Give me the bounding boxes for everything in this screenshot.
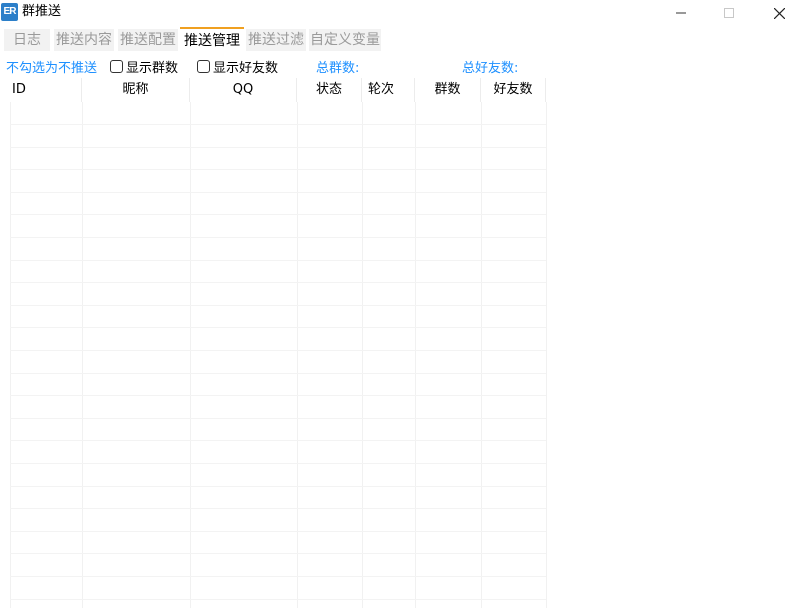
tab-custom-variables[interactable]: 自定义变量 — [309, 29, 381, 51]
accounts-table[interactable]: ID 昵称 QQ 状态 轮次 群数 好友数 — [0, 78, 800, 608]
show-groups-label: 显示群数 — [126, 61, 179, 76]
row-divider — [10, 486, 546, 487]
minimize-button[interactable] — [658, 0, 704, 26]
row-divider — [10, 373, 546, 374]
row-divider — [10, 531, 546, 532]
column-divider — [481, 102, 482, 608]
total-friends-label: 总好友数: — [462, 61, 519, 76]
row-divider — [10, 282, 546, 283]
row-divider — [10, 395, 546, 396]
row-divider — [10, 553, 546, 554]
total-groups-label: 总群数: — [316, 61, 360, 76]
row-divider — [10, 305, 546, 306]
minimize-icon — [676, 12, 686, 14]
app-logo-icon: ER — [1, 3, 18, 21]
column-header-id[interactable]: ID — [0, 78, 82, 102]
row-divider — [10, 192, 546, 193]
show-friends-label: 显示好友数 — [213, 61, 279, 76]
row-divider — [10, 350, 546, 351]
row-divider — [10, 260, 546, 261]
column-header-friend-count[interactable]: 好友数 — [481, 78, 546, 102]
uncheck-hint-label: 不勾选为不推送 — [6, 61, 98, 76]
column-header-group-count[interactable]: 群数 — [415, 78, 481, 102]
row-divider — [10, 418, 546, 419]
column-divider — [82, 102, 83, 608]
show-friends-checkbox[interactable]: 显示好友数 — [197, 57, 278, 76]
row-divider — [10, 147, 546, 148]
column-divider — [10, 102, 11, 608]
show-groups-checkbox[interactable]: 显示群数 — [110, 57, 178, 76]
title-bar[interactable]: ER 群推送 — [0, 0, 800, 26]
column-divider — [190, 102, 191, 608]
column-divider — [297, 102, 298, 608]
checkbox-box[interactable] — [197, 60, 210, 73]
checkbox-box[interactable] — [110, 60, 123, 73]
close-button[interactable] — [756, 0, 800, 26]
row-divider — [10, 440, 546, 441]
row-divider — [10, 463, 546, 464]
column-header-round[interactable]: 轮次 — [362, 78, 415, 102]
maximize-icon — [724, 8, 734, 18]
tab-push-management[interactable]: 推送管理 — [180, 27, 244, 51]
column-divider — [362, 102, 363, 608]
tab-push-filter[interactable]: 推送过滤 — [246, 29, 306, 51]
tab-push-content[interactable]: 推送内容 — [54, 29, 114, 51]
column-divider — [546, 102, 547, 608]
table-header: ID 昵称 QQ 状态 轮次 群数 好友数 — [0, 78, 800, 102]
close-icon — [773, 7, 785, 19]
column-header-qq[interactable]: QQ — [190, 78, 297, 102]
column-divider — [415, 102, 416, 608]
tab-push-config[interactable]: 推送配置 — [118, 29, 178, 51]
row-divider — [10, 599, 546, 600]
column-header-nickname[interactable]: 昵称 — [82, 78, 190, 102]
column-header-status[interactable]: 状态 — [297, 78, 362, 102]
row-divider — [10, 327, 546, 328]
row-divider — [10, 124, 546, 125]
window-title: 群推送 — [22, 4, 62, 19]
row-divider — [10, 576, 546, 577]
maximize-button[interactable] — [706, 0, 752, 26]
tab-log[interactable]: 日志 — [4, 29, 50, 51]
tab-bar: 日志 推送内容 推送配置 推送管理 推送过滤 自定义变量 — [0, 27, 800, 51]
row-divider — [10, 237, 546, 238]
row-divider — [10, 214, 546, 215]
row-divider — [10, 508, 546, 509]
toolbar: 不勾选为不推送 显示群数 显示好友数 总群数: 总好友数: — [0, 54, 800, 76]
row-divider — [10, 169, 546, 170]
